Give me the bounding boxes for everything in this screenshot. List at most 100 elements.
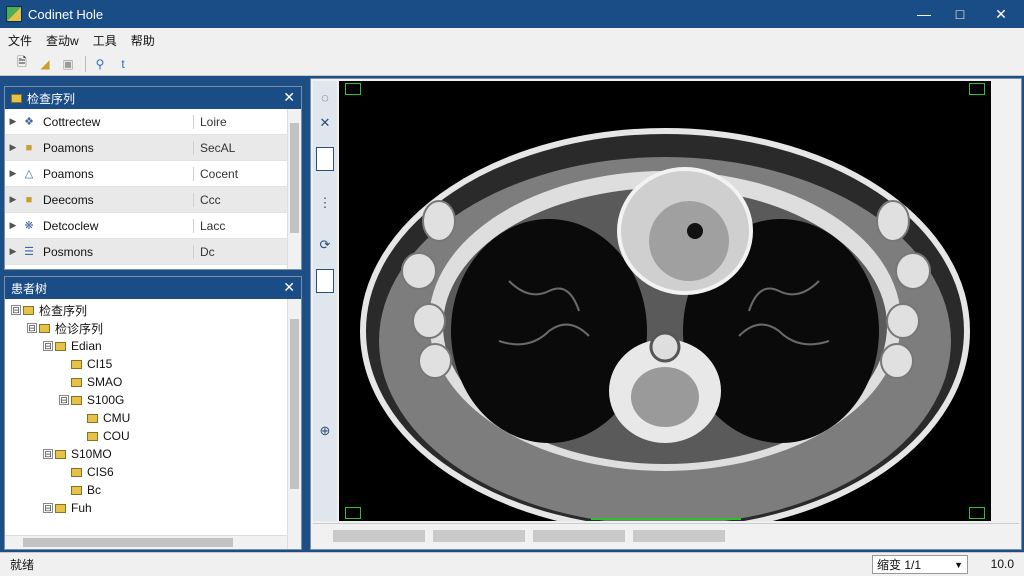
zoom-label: 缩变 1/1 — [877, 558, 922, 572]
folder-icon — [71, 359, 82, 369]
series-name: Poamons — [43, 166, 94, 181]
chevron-down-icon[interactable]: ▼ — [954, 560, 963, 570]
expand-arrow-icon[interactable]: ▶ — [5, 246, 21, 257]
tree-item[interactable]: ⊟ Edian — [5, 337, 301, 355]
series-value: SecAL — [193, 140, 235, 155]
tree-item-label: 检诊序列 — [55, 321, 104, 336]
text-tool-icon[interactable]: t — [113, 55, 133, 73]
scrollbar-thumb[interactable] — [290, 319, 299, 489]
series-row[interactable]: ▶ △ Poamons Cocent — [5, 161, 301, 187]
series-value: Loire — [193, 114, 227, 129]
tree-item[interactable]: CMU — [5, 409, 301, 427]
rotate-icon[interactable]: ⟳ — [315, 235, 335, 255]
tree-item[interactable]: ⊟ S100G — [5, 391, 301, 409]
search-icon[interactable]: ⚲ — [90, 55, 110, 73]
scrollbar-thumb[interactable] — [23, 538, 233, 547]
scrollbar-thumb[interactable] — [290, 123, 299, 233]
layers-icon: ☰ — [24, 246, 34, 258]
open-folder-icon[interactable]: ◢ — [35, 55, 55, 73]
tree-toggle-icon[interactable]: ⊟ — [43, 341, 53, 351]
tree-vertical-scrollbar[interactable] — [287, 299, 301, 549]
folder-icon — [11, 93, 22, 103]
globe-icon[interactable]: ⊕ — [315, 421, 335, 441]
folder-icon — [23, 305, 34, 315]
series-list: ▶ ❖ Cottrectew Loire ▶ ■ Poamons SecAL ▶… — [5, 109, 301, 269]
expand-arrow-icon[interactable]: ▶ — [5, 142, 21, 153]
tree-item[interactable]: ⊟ S10MO — [5, 445, 301, 463]
tree-item[interactable]: ⊟ 检诊序列 — [5, 319, 301, 337]
tree-toggle-icon[interactable]: ⊟ — [59, 395, 69, 405]
tree-item-label: S10MO — [71, 447, 112, 461]
tree-item[interactable]: CI15 — [5, 355, 301, 373]
menu-file[interactable]: 文件 — [8, 32, 32, 49]
series-value: Lacc — [193, 218, 225, 233]
menu-tools[interactable]: 工具 — [93, 32, 117, 49]
expand-arrow-icon[interactable]: ▶ — [5, 168, 21, 179]
viewer-horizontal-scrollbar[interactable] — [313, 523, 1019, 547]
series-name: Cottrectew — [43, 114, 101, 129]
toolbar-separator — [85, 55, 86, 72]
title-bar: Codinet Hole — □ ✕ — [0, 0, 1024, 28]
tree-item[interactable]: ⊟ Fuh — [5, 499, 301, 517]
close-icon[interactable]: ✕ — [283, 89, 295, 106]
ct-slice-illustration — [339, 81, 991, 521]
window-level-icon[interactable]: ◌ — [315, 87, 335, 107]
expand-arrow-icon[interactable]: ▶ — [5, 220, 21, 231]
series-icon: ❖ — [24, 116, 34, 128]
tree-item[interactable]: COU — [5, 427, 301, 445]
zoom-select[interactable]: 缩变 1/1 ▼ — [872, 555, 968, 574]
folder-icon — [87, 431, 98, 441]
tree-toggle-icon[interactable] — [59, 485, 69, 495]
tree-item[interactable]: ⊟ 检查序列 — [5, 301, 301, 319]
folder-icon: ■ — [25, 193, 33, 206]
white-swatch[interactable] — [316, 269, 334, 293]
tree-item-label: S100G — [87, 393, 125, 407]
tree-toggle-icon[interactable] — [75, 413, 85, 423]
tree-horizontal-scrollbar[interactable] — [5, 535, 287, 549]
menu-help[interactable]: 帮助 — [131, 32, 155, 49]
tree-toggle-icon[interactable]: ⊟ — [43, 449, 53, 459]
close-icon[interactable]: ✕ — [315, 113, 335, 133]
expand-arrow-icon[interactable]: ▶ — [5, 116, 21, 127]
menu-view[interactable]: 查动w — [46, 32, 79, 49]
corner-marker — [969, 507, 985, 519]
minimize-button[interactable]: — — [906, 0, 942, 28]
series-row[interactable]: ▶ ■ Deecoms Ccc — [5, 187, 301, 213]
window-title: Codinet Hole — [28, 6, 104, 22]
scrollbar-segment[interactable] — [333, 530, 425, 542]
corner-marker — [345, 83, 361, 95]
tree-toggle-icon[interactable]: ⊟ — [11, 305, 21, 315]
series-row[interactable]: ▶ ❖ Cottrectew Loire — [5, 109, 301, 135]
close-button[interactable]: ✕ — [978, 0, 1024, 28]
tree-toggle-icon[interactable] — [59, 359, 69, 369]
tree-toggle-icon[interactable]: ⊟ — [27, 323, 37, 333]
viewer-side-toolbar: ◌ ✕ ⋮ ⟳ ⊕ — [313, 81, 337, 521]
viewer-vertical-scrollbar[interactable] — [991, 81, 1019, 521]
tree-toggle-icon[interactable] — [59, 377, 69, 387]
series-row[interactable]: ▶ ☰ Posmons Dc — [5, 239, 301, 265]
tree-toggle-icon[interactable] — [59, 467, 69, 477]
maximize-button[interactable]: □ — [942, 0, 978, 28]
tree-item[interactable]: Bc — [5, 481, 301, 499]
image-viewer: ◌ ✕ ⋮ ⟳ ⊕ — [310, 78, 1022, 550]
series-scrollbar[interactable] — [287, 109, 301, 269]
ruler-icon[interactable]: ⋮ — [315, 193, 335, 213]
folder-icon — [55, 341, 66, 351]
scrollbar-segment[interactable] — [433, 530, 525, 542]
white-swatch[interactable] — [316, 147, 334, 171]
scrollbar-segment[interactable] — [633, 530, 725, 542]
tree-toggle-icon[interactable]: ⊟ — [43, 503, 53, 513]
scrollbar-thumb[interactable] — [533, 530, 625, 542]
tree-item[interactable]: CIS6 — [5, 463, 301, 481]
expand-arrow-icon[interactable]: ▶ — [5, 194, 21, 205]
tree-panel-title: 患者树 — [11, 281, 48, 296]
series-row[interactable]: ▶ ■ Poamons SecAL — [5, 135, 301, 161]
close-icon[interactable]: ✕ — [283, 279, 295, 296]
tree-item[interactable]: SMAO — [5, 373, 301, 391]
patient-tree: ⊟ 检查序列 ⊟ 检诊序列 ⊟ Edian CI15 SMAO ⊟ S100G CMU COU ⊟ S10… — [5, 299, 301, 549]
new-document-icon[interactable]: 🗎 — [12, 55, 32, 73]
tree-toggle-icon[interactable] — [75, 431, 85, 441]
series-row[interactable]: ▶ ❋ Detcoclew Lacc — [5, 213, 301, 239]
ct-image[interactable] — [339, 81, 991, 521]
save-icon[interactable]: ▣ — [58, 55, 78, 73]
